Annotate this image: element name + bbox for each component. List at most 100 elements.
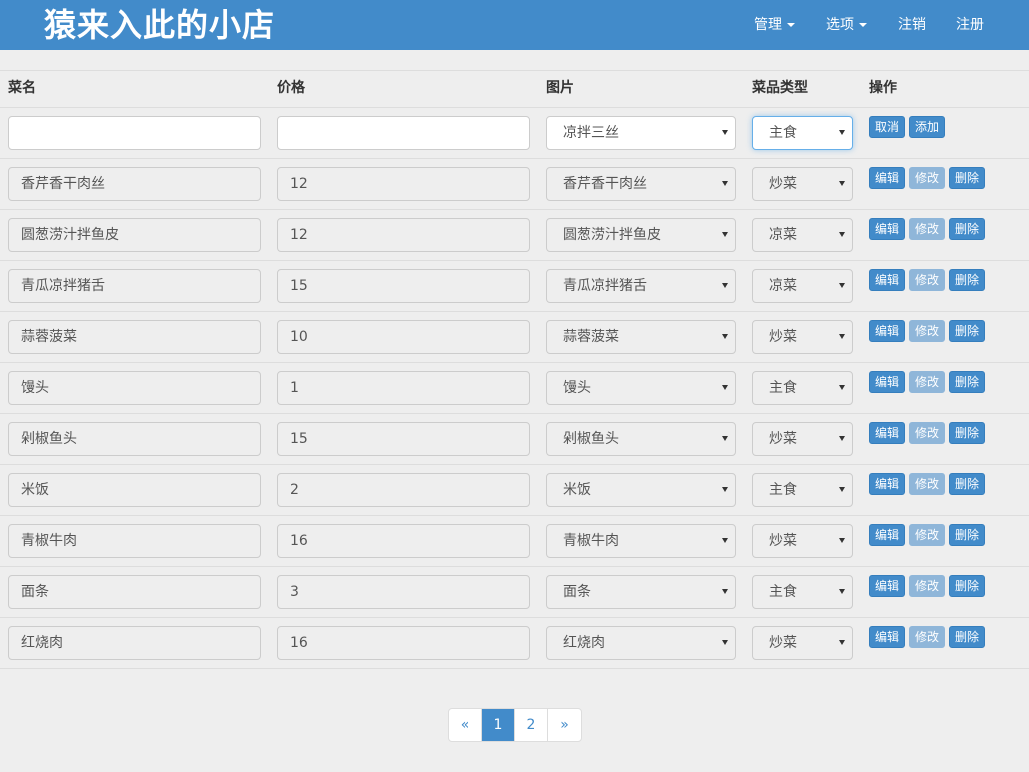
dish-image-select-value: 剁椒鱼头 xyxy=(563,431,619,447)
dish-price-field[interactable]: 10 xyxy=(277,320,530,354)
edit-button[interactable]: 编辑 xyxy=(869,167,905,189)
menu-manage[interactable]: 管理 xyxy=(754,0,795,50)
modify-button[interactable]: 修改 xyxy=(909,320,945,342)
dish-image-select[interactable]: 圆葱涝汁拌鱼皮 xyxy=(546,218,736,252)
edit-button[interactable]: 编辑 xyxy=(869,371,905,393)
dish-image-select[interactable]: 香芹香干肉丝 xyxy=(546,167,736,201)
pagination-page-2[interactable]: 2 xyxy=(515,709,548,741)
modify-button[interactable]: 修改 xyxy=(909,422,945,444)
header-price: 价格 xyxy=(277,80,305,96)
add-button[interactable]: 添加 xyxy=(909,116,945,138)
modify-button[interactable]: 修改 xyxy=(909,269,945,291)
dish-name-field[interactable]: 青瓜凉拌猪舌 xyxy=(8,269,261,303)
menu-manage-label: 管理 xyxy=(754,17,782,33)
menu-options[interactable]: 选项 xyxy=(826,0,867,50)
edit-button[interactable]: 编辑 xyxy=(869,524,905,546)
dish-price-field[interactable]: 16 xyxy=(277,524,530,558)
dish-image-select[interactable]: 蒜蓉菠菜 xyxy=(546,320,736,354)
dish-name-field[interactable]: 青椒牛肉 xyxy=(8,524,261,558)
delete-button[interactable]: 删除 xyxy=(949,524,985,546)
menu-options-label: 选项 xyxy=(826,17,854,33)
pagination-prev[interactable]: « xyxy=(449,709,482,741)
dish-image-select[interactable]: 面条 xyxy=(546,575,736,609)
dish-price-field[interactable]: 12 xyxy=(277,218,530,252)
pagination-page-1[interactable]: 1 xyxy=(482,709,515,741)
dish-type-select[interactable]: 主食 xyxy=(752,575,853,609)
dish-image-select[interactable]: 馒头 xyxy=(546,371,736,405)
modify-button[interactable]: 修改 xyxy=(909,473,945,495)
delete-button[interactable]: 删除 xyxy=(949,422,985,444)
modify-button[interactable]: 修改 xyxy=(909,218,945,240)
delete-button[interactable]: 删除 xyxy=(949,320,985,342)
dish-price-field[interactable]: 15 xyxy=(277,422,530,456)
dish-name-field[interactable]: 馒头 xyxy=(8,371,261,405)
dish-name-field[interactable]: 蒜蓉菠菜 xyxy=(8,320,261,354)
edit-button[interactable]: 编辑 xyxy=(869,575,905,597)
dish-image-select[interactable]: 青瓜凉拌猪舌 xyxy=(546,269,736,303)
dish-name-field[interactable]: 红烧肉 xyxy=(8,626,261,660)
delete-button[interactable]: 删除 xyxy=(949,473,985,495)
modify-button[interactable]: 修改 xyxy=(909,371,945,393)
pagination-next[interactable]: » xyxy=(548,709,581,741)
dish-name-field[interactable]: 米饭 xyxy=(8,473,261,507)
dropdown-arrow-icon xyxy=(722,385,728,390)
dish-price-field[interactable]: 2 xyxy=(277,473,530,507)
dish-type-select[interactable]: 主食 xyxy=(752,473,853,507)
delete-button[interactable]: 删除 xyxy=(949,218,985,240)
dish-type-select[interactable]: 凉菜 xyxy=(752,218,853,252)
dish-name-field[interactable]: 剁椒鱼头 xyxy=(8,422,261,456)
cancel-button[interactable]: 取消 xyxy=(869,116,905,138)
new-name-input[interactable] xyxy=(8,116,261,150)
dish-image-select-value: 青椒牛肉 xyxy=(563,533,619,549)
dropdown-arrow-icon xyxy=(722,181,728,186)
dish-price-field[interactable]: 16 xyxy=(277,626,530,660)
dish-type-select[interactable]: 炒菜 xyxy=(752,524,853,558)
row-border xyxy=(0,158,1029,159)
dish-type-select[interactable]: 炒菜 xyxy=(752,167,853,201)
dish-type-select-value: 主食 xyxy=(769,584,797,600)
dish-type-select-value: 主食 xyxy=(769,482,797,498)
dish-price-field[interactable]: 12 xyxy=(277,167,530,201)
dish-price-field[interactable]: 3 xyxy=(277,575,530,609)
dish-type-select-value: 炒菜 xyxy=(769,431,797,447)
dish-type-select[interactable]: 炒菜 xyxy=(752,320,853,354)
new-price-input[interactable] xyxy=(277,116,530,150)
new-image-select[interactable]: 凉拌三丝 xyxy=(546,116,736,150)
dish-type-select[interactable]: 炒菜 xyxy=(752,422,853,456)
edit-button[interactable]: 编辑 xyxy=(869,269,905,291)
modify-button[interactable]: 修改 xyxy=(909,575,945,597)
delete-button[interactable]: 删除 xyxy=(949,167,985,189)
dish-type-select-value: 凉菜 xyxy=(769,278,797,294)
dish-name-field[interactable]: 香芹香干肉丝 xyxy=(8,167,261,201)
modify-button[interactable]: 修改 xyxy=(909,626,945,648)
logout-link[interactable]: 注销 xyxy=(898,0,926,50)
delete-button[interactable]: 删除 xyxy=(949,575,985,597)
dropdown-arrow-icon xyxy=(839,385,845,390)
dish-image-select[interactable]: 青椒牛肉 xyxy=(546,524,736,558)
dropdown-arrow-icon xyxy=(839,487,845,492)
dish-price-field[interactable]: 1 xyxy=(277,371,530,405)
dish-image-select[interactable]: 米饭 xyxy=(546,473,736,507)
dish-image-select[interactable]: 剁椒鱼头 xyxy=(546,422,736,456)
edit-button[interactable]: 编辑 xyxy=(869,626,905,648)
dish-name-field[interactable]: 圆葱涝汁拌鱼皮 xyxy=(8,218,261,252)
modify-button[interactable]: 修改 xyxy=(909,167,945,189)
edit-button[interactable]: 编辑 xyxy=(869,218,905,240)
delete-button[interactable]: 删除 xyxy=(949,626,985,648)
edit-button[interactable]: 编辑 xyxy=(869,422,905,444)
new-type-select[interactable]: 主食 xyxy=(752,116,853,150)
brand-title[interactable]: 猿来入此的小店 xyxy=(44,4,275,46)
dish-type-select[interactable]: 炒菜 xyxy=(752,626,853,660)
delete-button[interactable]: 删除 xyxy=(949,269,985,291)
dish-type-select[interactable]: 主食 xyxy=(752,371,853,405)
dish-name-field[interactable]: 面条 xyxy=(8,575,261,609)
edit-button[interactable]: 编辑 xyxy=(869,473,905,495)
dish-price-field[interactable]: 15 xyxy=(277,269,530,303)
register-link[interactable]: 注册 xyxy=(956,0,984,50)
dish-image-select[interactable]: 红烧肉 xyxy=(546,626,736,660)
delete-button[interactable]: 删除 xyxy=(949,371,985,393)
modify-button[interactable]: 修改 xyxy=(909,524,945,546)
dish-type-select[interactable]: 凉菜 xyxy=(752,269,853,303)
caret-down-icon xyxy=(787,23,795,27)
edit-button[interactable]: 编辑 xyxy=(869,320,905,342)
